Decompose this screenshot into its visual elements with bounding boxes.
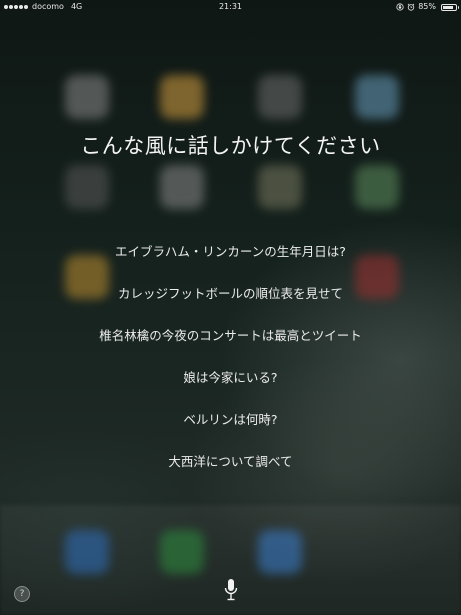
siri-suggestion: 大西洋について調べて	[168, 454, 293, 469]
orientation-lock-icon	[396, 3, 404, 11]
siri-prompt-title: こんな風に話しかけてください	[80, 134, 381, 158]
status-right: 85%	[396, 0, 459, 14]
microphone-button[interactable]	[221, 576, 241, 604]
microphone-icon	[224, 579, 238, 601]
siri-suggestion: ベルリンは何時?	[183, 412, 278, 427]
siri-suggestion: カレッジフットボールの順位表を見せて	[117, 286, 343, 301]
siri-suggestion: 椎名林檎の今夜のコンサートは最高とツイート	[99, 328, 362, 343]
alarm-icon	[407, 3, 415, 11]
siri-screen: docomo 4G 21:31 85% こんな風に話しかけてください エイブラハ…	[0, 0, 461, 615]
siri-suggestion: 娘は今家にいる?	[183, 370, 278, 385]
help-button[interactable]: ?	[14, 586, 30, 602]
siri-suggestion: エイブラハム・リンカーンの生年月日は?	[115, 244, 346, 259]
status-time: 21:31	[218, 2, 243, 11]
battery-percent: 85%	[418, 2, 436, 11]
battery-level-fill	[443, 5, 454, 9]
siri-suggestions-list: エイブラハム・リンカーンの生年月日は? カレッジフットボールの順位表を見せて 椎…	[0, 242, 461, 494]
status-bar: docomo 4G 21:31 85%	[0, 0, 461, 14]
battery-icon	[441, 3, 459, 11]
